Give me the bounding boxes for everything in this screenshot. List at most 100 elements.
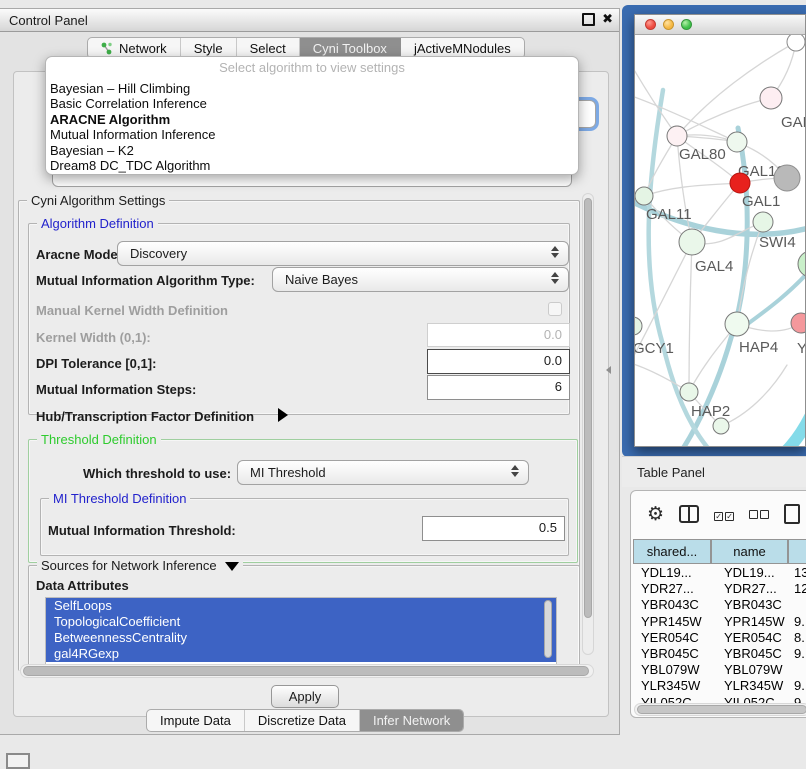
settings-vertical-scrollbar[interactable]: [582, 193, 594, 655]
table-row[interactable]: YDR27...YDR27...12: [633, 580, 806, 596]
close-icon[interactable]: ✖: [602, 12, 613, 26]
attribute-item-topologicalcoefficient[interactable]: TopologicalCoefficient: [46, 614, 556, 630]
apply-button[interactable]: Apply: [271, 685, 339, 708]
table-cell: 9.: [794, 678, 805, 693]
table-row[interactable]: YPR145WYPR145W9.: [633, 613, 806, 629]
node-hap2[interactable]: [680, 383, 698, 401]
mi-steps-field[interactable]: 6: [427, 375, 570, 400]
attribute-item-gal4rgexp[interactable]: gal4RGexp: [46, 646, 556, 662]
expand-arrow-icon[interactable]: [278, 408, 288, 422]
node-gray[interactable]: [774, 165, 800, 191]
which-threshold-combobox[interactable]: MI Threshold: [237, 460, 529, 485]
table-cell: 9.: [794, 646, 805, 661]
dpi-tolerance-field[interactable]: 0.0: [427, 349, 570, 374]
settings-horizontal-scrollbar-thumb[interactable]: [23, 666, 589, 676]
table-horizontal-scrollbar-thumb[interactable]: [637, 705, 806, 714]
node-hap4[interactable]: [725, 312, 749, 336]
network-edge[interactable]: [677, 98, 771, 136]
algorithm-option-mutual-information-inference[interactable]: Mutual Information Inference: [46, 127, 578, 142]
table-row[interactable]: YBR043CYBR043C: [633, 596, 806, 612]
collapse-arrow-icon[interactable]: [225, 562, 239, 571]
mi-type-combobox[interactable]: Naive Bayes: [272, 267, 569, 292]
node-gal-clipped[interactable]: [760, 87, 782, 109]
tab-network[interactable]: Network: [88, 38, 181, 58]
aracne-mode-combobox[interactable]: Discovery: [117, 241, 569, 266]
node-gal10[interactable]: [727, 132, 747, 152]
tab-style[interactable]: Style: [181, 38, 237, 58]
tab-cyni-toolbox[interactable]: Cyni Toolbox: [300, 38, 401, 58]
table-cell: 12: [794, 581, 806, 596]
tab-impute-data[interactable]: Impute Data: [147, 710, 245, 731]
columns-icon[interactable]: [679, 505, 699, 523]
algorithm-option-aracne-algorithm[interactable]: ARACNE Algorithm: [46, 112, 578, 127]
algorithm-option-dream8-dc-tdc-algorithm[interactable]: Dream8 DC_TDC Algorithm: [46, 158, 578, 173]
data-attributes-list: SelfLoopsTopologicalCoefficientBetweenne…: [45, 597, 557, 665]
tab-discretize-data[interactable]: Discretize Data: [245, 710, 360, 731]
table-horizontal-scrollbar[interactable]: [634, 703, 806, 716]
network-edge[interactable]: [721, 365, 787, 426]
float-window-icon[interactable]: [582, 13, 595, 26]
table-cell: YBR043C: [724, 597, 782, 612]
table-cell: YPR145W: [641, 614, 702, 629]
settings-horizontal-scrollbar[interactable]: [20, 664, 594, 678]
select-all-icon[interactable]: ✓✓: [714, 507, 734, 522]
algorithm-option-bayesian-hill-climbing[interactable]: Bayesian – Hill Climbing: [46, 81, 578, 96]
tab-label: Style: [194, 41, 223, 56]
table-cell: YDL19...: [724, 565, 775, 580]
minimize-traffic-light-icon[interactable]: [663, 19, 674, 30]
zoom-traffic-light-icon[interactable]: [681, 19, 692, 30]
table-row[interactable]: YBL079WYBL079W: [633, 661, 806, 677]
node-gal11[interactable]: [635, 187, 653, 205]
node-salmon-clipped[interactable]: [791, 313, 805, 333]
node-salmon-clipped-label: Y: [797, 340, 805, 357]
attribute-item-selfloops[interactable]: SelfLoops: [46, 598, 556, 614]
minimized-panel-icon[interactable]: [6, 753, 30, 769]
settings-vertical-scrollbar-thumb[interactable]: [584, 198, 592, 618]
mi-type-label: Mutual Information Algorithm Type:: [36, 273, 255, 288]
function-builder-icon[interactable]: [784, 504, 800, 524]
tab-select[interactable]: Select: [237, 38, 300, 58]
table-row[interactable]: YBR045CYBR045C9.: [633, 645, 806, 661]
node-green-right[interactable]: [798, 251, 805, 277]
attributes-scrollbar[interactable]: [543, 598, 553, 662]
tab-jactivemnodules[interactable]: jActiveMNodules: [401, 38, 524, 58]
table-row[interactable]: YER054CYER054C8.: [633, 629, 806, 645]
node-unlabeled-top[interactable]: [787, 35, 805, 51]
node-swi4[interactable]: [753, 212, 773, 232]
network-graph-canvas[interactable]: GALGAL80GAL10GAL1GAL11GAL4SWI4GCY1HAP4YH…: [635, 35, 805, 446]
kernel-width-field[interactable]: 0.0: [427, 323, 570, 347]
algorithm-option-basic-correlation-inference[interactable]: Basic Correlation Inference: [46, 96, 578, 111]
network-edge[interactable]: [644, 183, 740, 196]
algorithm-definition-title: Algorithm Definition: [37, 216, 158, 231]
node-gal4[interactable]: [679, 229, 705, 255]
deselect-all-icon[interactable]: [749, 507, 769, 522]
algorithm-option-bayesian-k2[interactable]: Bayesian – K2: [46, 143, 578, 158]
node-gal80[interactable]: [667, 126, 687, 146]
table-row[interactable]: YLR345WYLR345W9.: [633, 677, 806, 693]
node-gcy1[interactable]: [635, 317, 642, 335]
manual-kernel-checkbox[interactable]: [548, 302, 562, 316]
table-panel-title: Table Panel: [622, 465, 705, 480]
network-edge[interactable]: [751, 397, 805, 446]
node-gal80-label: GAL80: [679, 146, 726, 163]
column-header-shared[interactable]: shared...: [633, 539, 711, 564]
tab-infer-network[interactable]: Infer Network: [360, 710, 463, 731]
node-unlabeled-bottom[interactable]: [713, 418, 729, 434]
node-gal1[interactable]: [730, 173, 750, 193]
mi-threshold-field[interactable]: 0.5: [422, 516, 565, 541]
dpi-tolerance-label: DPI Tolerance [0,1]:: [36, 356, 156, 371]
close-traffic-light-icon[interactable]: [645, 19, 656, 30]
hub-section-label[interactable]: Hub/Transcription Factor Definition: [36, 409, 254, 424]
table-row[interactable]: YDL19...YDL19...13: [633, 564, 806, 580]
tab-label: Infer Network: [373, 713, 450, 728]
column-header-extra[interactable]: [788, 539, 806, 564]
column-header-name[interactable]: name: [711, 539, 788, 564]
network-edge[interactable]: [689, 242, 692, 392]
panel-splitter-grip[interactable]: [606, 366, 611, 374]
tab-label: Impute Data: [160, 713, 231, 728]
attribute-item-betweennesscentrality[interactable]: BetweennessCentrality: [46, 630, 556, 646]
attributes-scrollbar-thumb[interactable]: [544, 600, 552, 658]
table-cell: YBL079W: [641, 662, 700, 677]
gear-icon[interactable]: ⚙: [647, 505, 664, 524]
control-panel-titlebar: Control Panel ✖: [0, 9, 619, 32]
